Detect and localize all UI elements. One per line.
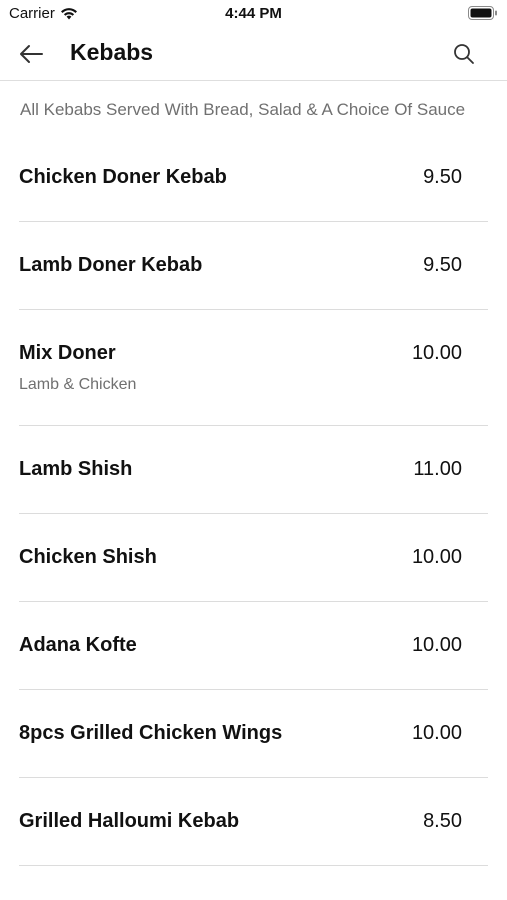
item-price: 11.00 (413, 458, 462, 480)
menu-item-grilled-halloumi-kebab[interactable]: Grilled Halloumi Kebab 8.50 (19, 778, 488, 866)
search-icon (454, 44, 474, 64)
item-price: 8.50 (423, 810, 462, 832)
item-name: Adana Kofte (19, 634, 137, 656)
item-name: Chicken Doner Kebab (19, 166, 227, 188)
item-name: Mix Doner (19, 342, 116, 364)
menu-list: Chicken Doner Kebab 9.50 Lamb Doner Keba… (19, 134, 488, 866)
section-subtitle: All Kebabs Served With Bread, Salad & A … (20, 100, 466, 119)
item-description: Lamb & Chicken (19, 376, 137, 393)
item-price: 10.00 (411, 342, 462, 364)
menu-item-adana-kofte[interactable]: Adana Kofte 10.00 (19, 602, 488, 690)
item-name: Grilled Halloumi Kebab (19, 810, 240, 832)
menu-item-lamb-doner-kebab[interactable]: Lamb Doner Kebab 9.50 (19, 222, 488, 310)
search-button[interactable] (449, 39, 479, 69)
menu-item-mix-doner[interactable]: Mix Doner Lamb & Chicken 10.00 (19, 310, 488, 426)
item-price: 9.50 (423, 166, 462, 188)
menu-item-grilled-chicken-wings[interactable]: 8pcs Grilled Chicken Wings 10.00 (19, 690, 488, 778)
battery-icon (468, 6, 497, 20)
menu-item-chicken-shish[interactable]: Chicken Shish 10.00 (19, 514, 488, 602)
status-bar: Carrier 4:44 PM (0, 0, 507, 28)
item-price: 9.50 (423, 254, 462, 276)
item-price: 10.00 (411, 634, 462, 656)
navigation-bar: Kebabs (0, 28, 507, 81)
item-name: 8pcs Grilled Chicken Wings (19, 722, 283, 744)
menu-item-lamb-shish[interactable]: Lamb Shish 11.00 (19, 426, 488, 514)
back-button[interactable] (14, 38, 48, 70)
arrow-left-icon (20, 45, 43, 63)
item-name: Chicken Shish (19, 546, 157, 568)
item-name: Lamb Doner Kebab (19, 254, 203, 276)
item-name: Lamb Shish (19, 458, 133, 480)
page-title: Kebabs (70, 39, 154, 65)
clock: 4:44 PM (225, 5, 282, 22)
menu-item-chicken-doner-kebab[interactable]: Chicken Doner Kebab 9.50 (19, 134, 488, 222)
item-price: 10.00 (411, 546, 462, 568)
item-price: 10.00 (411, 722, 462, 744)
